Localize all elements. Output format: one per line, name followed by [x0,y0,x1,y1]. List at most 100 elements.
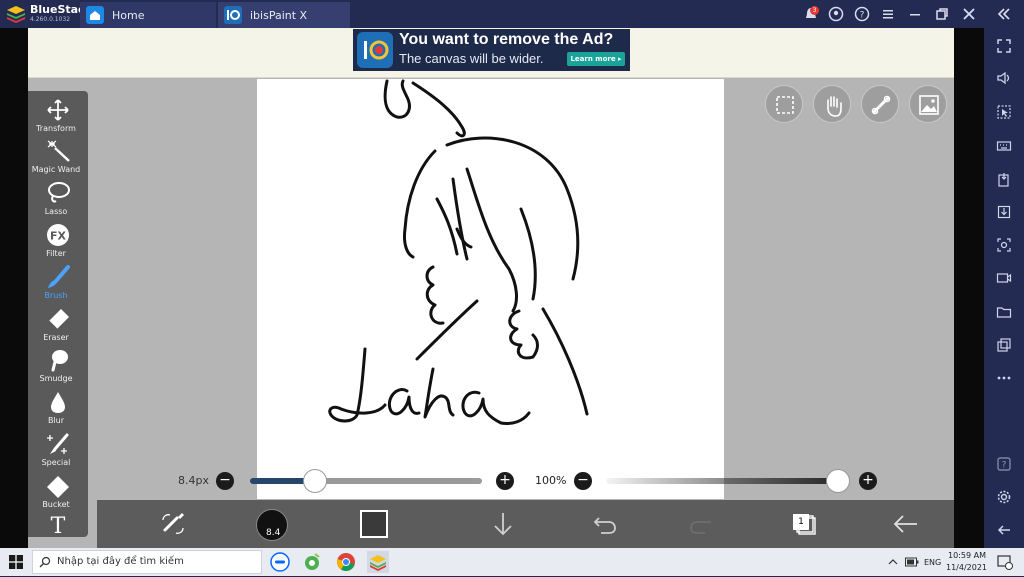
taskbar-search-box[interactable]: Nhập tại đây để tìm kiếm [32,550,262,574]
special-icon [47,433,69,454]
lasso-icon [48,182,70,203]
opacity-increase-button[interactable]: + [859,472,877,490]
account-icon[interactable] [828,6,844,22]
tool-blur[interactable]: Blur [28,387,88,429]
taskbar-app-chrome[interactable] [335,551,357,573]
settings-gear-icon[interactable] [996,489,1012,505]
redo-button[interactable] [679,500,727,548]
brush-icon [48,265,70,288]
app-leaf-icon [305,553,320,570]
install-apk-icon[interactable] [996,172,1012,188]
clock-date[interactable]: 11/4/2021 [946,563,987,572]
ad-strip: You want to remove the Ad? The canvas wi… [28,28,954,78]
smudge-icon [51,350,68,372]
zalo-icon [270,552,290,572]
tool-label: Blur [47,416,65,425]
magic-wand-icon [47,140,70,162]
record-icon[interactable] [996,270,1012,286]
tool-smudge[interactable]: Smudge [28,345,88,387]
back-arrow-icon[interactable] [996,522,1012,538]
tool-panel: Transform Magic Wand Lasso FX Filter Bru… [28,91,88,537]
bottom-toolbar: 8.4 1 [97,500,954,548]
reference-image-button[interactable] [909,85,947,123]
tool-eraser[interactable]: Eraser [28,304,88,346]
opacity-decrease-button[interactable]: − [574,472,592,490]
language-indicator[interactable]: ENG [924,558,941,567]
right-margin [954,28,984,548]
layers-button[interactable]: 1 [779,500,827,548]
screenshot-icon[interactable] [996,237,1012,253]
line-art-drawing [328,79,589,425]
tool-filter[interactable]: FX Filter [28,220,88,262]
apk-icon[interactable] [996,204,1012,220]
brush-preview-button[interactable]: 8.4 [256,509,288,541]
multi-instance-icon[interactable] [996,337,1012,353]
menu-icon[interactable] [880,6,896,22]
drawing-canvas[interactable] [257,79,724,499]
minimize-icon[interactable] [907,6,923,22]
tool-special[interactable]: Special [28,429,88,471]
action-center-icon[interactable] [997,555,1013,570]
volume-icon[interactable] [996,70,1012,86]
fullscreen-icon[interactable] [996,38,1012,54]
tool-bucket[interactable]: Bucket [28,471,88,513]
brush-size-slider[interactable] [250,478,482,484]
undo-button[interactable] [579,500,627,548]
restore-icon[interactable] [934,6,950,22]
bucket-icon [47,476,69,498]
selection-rect-button[interactable] [765,85,803,123]
tool-transform[interactable]: Transform [28,95,88,137]
color-swatch-button[interactable] [360,510,388,538]
tab-home[interactable]: Home [80,2,216,28]
pointer-icon[interactable] [996,104,1012,120]
opacity-slider-handle[interactable] [826,469,850,493]
tool-magic-wand[interactable]: Magic Wand [28,136,88,178]
ibispaint-icon [224,6,242,24]
taskbar-app-bluestacks[interactable] [367,551,389,573]
more-icon[interactable] [996,370,1012,386]
brush-size-increase-button[interactable]: + [496,472,514,490]
tool-brush[interactable]: Brush [28,262,88,304]
hand-icon [827,96,842,117]
tab-ibispaint-label: ibisPaint X [250,9,308,22]
battery-icon[interactable] [905,557,919,567]
hand-tool-button[interactable] [813,85,851,123]
tool-lasso[interactable]: Lasso [28,178,88,220]
windows-start-icon[interactable] [9,555,23,569]
folder-icon[interactable] [996,304,1012,320]
help-icon[interactable]: ? [854,6,870,22]
ibispaint-app: You want to remove the Ad? The canvas wi… [28,28,954,548]
taskbar-app-zalo[interactable] [269,551,291,573]
selection-icon [776,96,794,114]
chrome-icon [336,553,355,571]
brush-size-decrease-button[interactable]: − [216,472,234,490]
tool-label: Transform [36,124,76,133]
brush-size-slider-handle[interactable] [302,469,327,493]
toolbar-swap-button[interactable] [149,500,197,548]
taskbar-app-green[interactable] [301,551,323,573]
redo-icon [690,521,711,534]
tool-label: Brush [44,291,68,300]
clock-time[interactable]: 10:59 AM [948,551,986,560]
ruler-button[interactable] [861,85,899,123]
tab-ibispaint[interactable]: ibisPaint X [218,2,350,28]
transform-icon [47,99,69,121]
arrow-left-icon [893,515,917,533]
taskbar-search-input[interactable]: Nhập tại đây để tìm kiếm [57,556,184,567]
tool-text[interactable]: T [28,509,88,548]
keyboard-icon[interactable] [996,138,1012,154]
close-icon[interactable] [961,6,977,22]
windows-taskbar: Nhập tại đây để tìm kiếm ENG 10:59 AM 11… [0,548,1024,576]
collapse-sidebar-icon[interactable] [995,6,1011,22]
help-sidebar-icon[interactable]: ? [996,456,1012,472]
fx-icon: FX [47,224,69,246]
back-button[interactable] [881,500,929,548]
ad-banner[interactable]: You want to remove the Ad? The canvas wi… [353,29,630,71]
tab-home-label: Home [112,9,145,22]
download-button[interactable] [479,500,527,548]
tray-chevron-up-icon[interactable] [888,558,898,566]
tool-label: Eraser [43,333,69,342]
text-icon: T [51,514,66,536]
opacity-slider[interactable] [606,478,838,484]
ad-learn-more-button[interactable]: Learn more ▸ [567,52,625,66]
